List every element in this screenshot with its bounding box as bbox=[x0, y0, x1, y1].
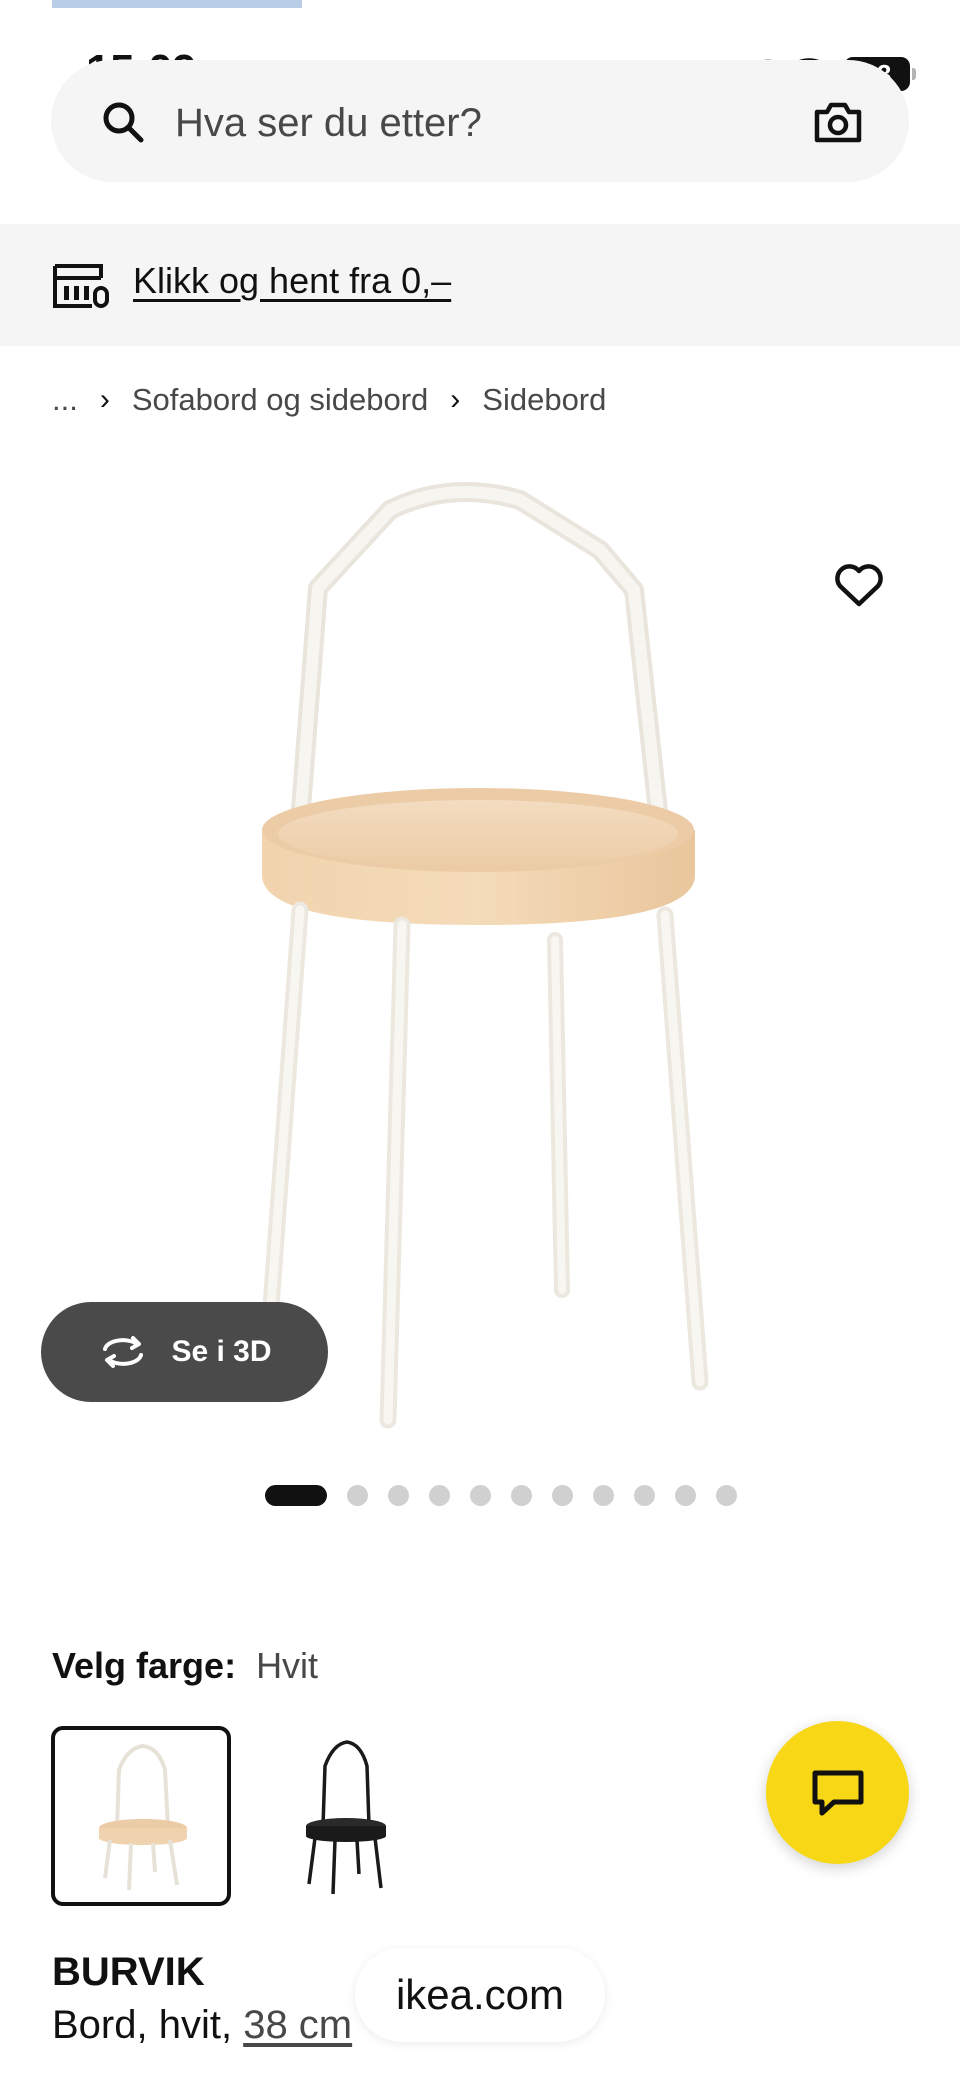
image-carousel-dots[interactable] bbox=[265, 1485, 737, 1506]
carousel-dot[interactable] bbox=[470, 1485, 491, 1506]
carousel-dot[interactable] bbox=[634, 1485, 655, 1506]
breadcrumb: ... › Sofabord og sidebord › Sidebord bbox=[52, 382, 606, 418]
breadcrumb-item-side-tables[interactable]: Sidebord bbox=[482, 382, 606, 418]
browser-url-pill[interactable]: ikea.com bbox=[355, 1948, 605, 2042]
view-3d-label: Se i 3D bbox=[171, 1335, 272, 1368]
click-collect-banner[interactable]: Klikk og hent fra 0,– bbox=[0, 224, 960, 346]
heart-icon[interactable] bbox=[834, 562, 884, 608]
click-collect-link[interactable]: Klikk og hent fra 0,– bbox=[133, 260, 451, 302]
search-input[interactable] bbox=[175, 98, 735, 148]
product-type: Bord, hvit, bbox=[52, 2003, 244, 2047]
store-icon bbox=[53, 264, 109, 308]
breadcrumb-ellipsis[interactable]: ... bbox=[52, 382, 78, 418]
carousel-dot[interactable] bbox=[675, 1485, 696, 1506]
carousel-dot[interactable] bbox=[716, 1485, 737, 1506]
camera-icon[interactable] bbox=[813, 100, 863, 144]
chevron-right-icon: › bbox=[450, 383, 461, 416]
chevron-right-icon: › bbox=[99, 383, 110, 416]
search-icon[interactable] bbox=[101, 100, 145, 144]
product-description: Bord, hvit, 38 cm bbox=[52, 2003, 352, 2048]
product-name: BURVIK bbox=[52, 1950, 205, 1994]
color-swatch-white[interactable] bbox=[51, 1726, 231, 1906]
product-size-link[interactable]: 38 cm bbox=[243, 2003, 352, 2047]
carousel-dot[interactable] bbox=[388, 1485, 409, 1506]
swatch-black-image bbox=[306, 1740, 386, 1895]
color-selection: Velg farge: Hvit bbox=[52, 1645, 318, 1687]
color-swatch-black[interactable] bbox=[255, 1726, 435, 1906]
swatch-white-image bbox=[99, 1743, 187, 1891]
carousel-dot[interactable] bbox=[347, 1485, 368, 1506]
carousel-dot-active[interactable] bbox=[265, 1485, 327, 1506]
logo-strip bbox=[52, 0, 302, 8]
color-value: Hvit bbox=[256, 1645, 319, 1686]
carousel-dot[interactable] bbox=[511, 1485, 532, 1506]
breadcrumb-item-coffee-tables[interactable]: Sofabord og sidebord bbox=[132, 382, 428, 418]
carousel-dot[interactable] bbox=[429, 1485, 450, 1506]
search-bar[interactable] bbox=[51, 60, 909, 182]
view-3d-button[interactable]: Se i 3D bbox=[41, 1302, 328, 1402]
color-label: Velg farge: bbox=[52, 1645, 237, 1686]
carousel-dot[interactable] bbox=[552, 1485, 573, 1506]
carousel-dot[interactable] bbox=[593, 1485, 614, 1506]
chat-icon bbox=[812, 1770, 863, 1815]
chat-button[interactable] bbox=[766, 1721, 909, 1864]
rotate-3d-icon bbox=[103, 1336, 144, 1368]
